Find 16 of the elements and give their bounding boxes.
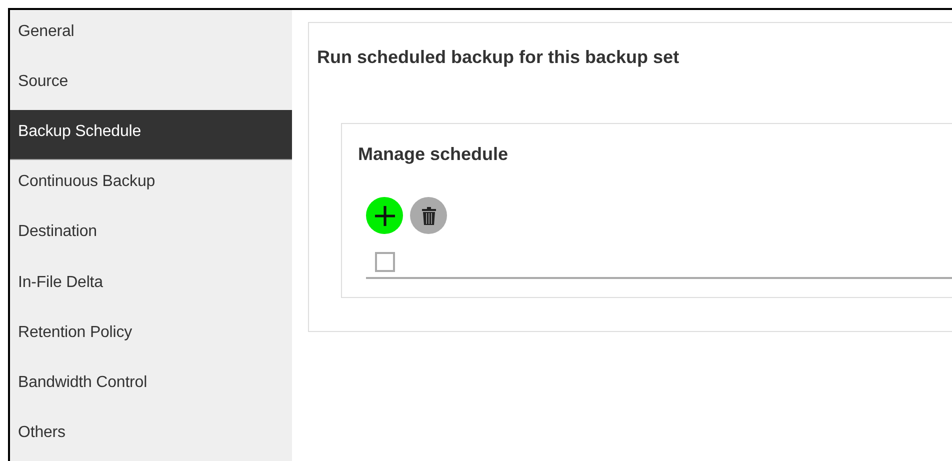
section-title: Run scheduled backup for this backup set [317,47,680,68]
sidebar-item[interactable]: Bandwidth Control [10,360,292,411]
sidebar-item[interactable]: In-File Delta [10,260,292,311]
sidebar-item[interactable]: Destination [10,210,292,261]
plus-icon [374,204,396,226]
delete-button[interactable] [410,197,447,234]
sidebar-item[interactable]: Others [10,410,292,461]
card-title: Manage schedule [358,144,510,165]
add-button[interactable] [366,197,403,234]
select-all-checkbox[interactable] [375,252,395,272]
sidebar-item[interactable]: General [10,10,292,60]
trash-icon [422,206,436,224]
sidebar-item[interactable]: Source [10,60,292,110]
sidebar-item[interactable]: Backup Schedule [10,110,292,160]
sidebar-item[interactable]: Retention Policy [10,310,292,361]
sidebar-item[interactable]: Continuous Backup [10,160,292,210]
